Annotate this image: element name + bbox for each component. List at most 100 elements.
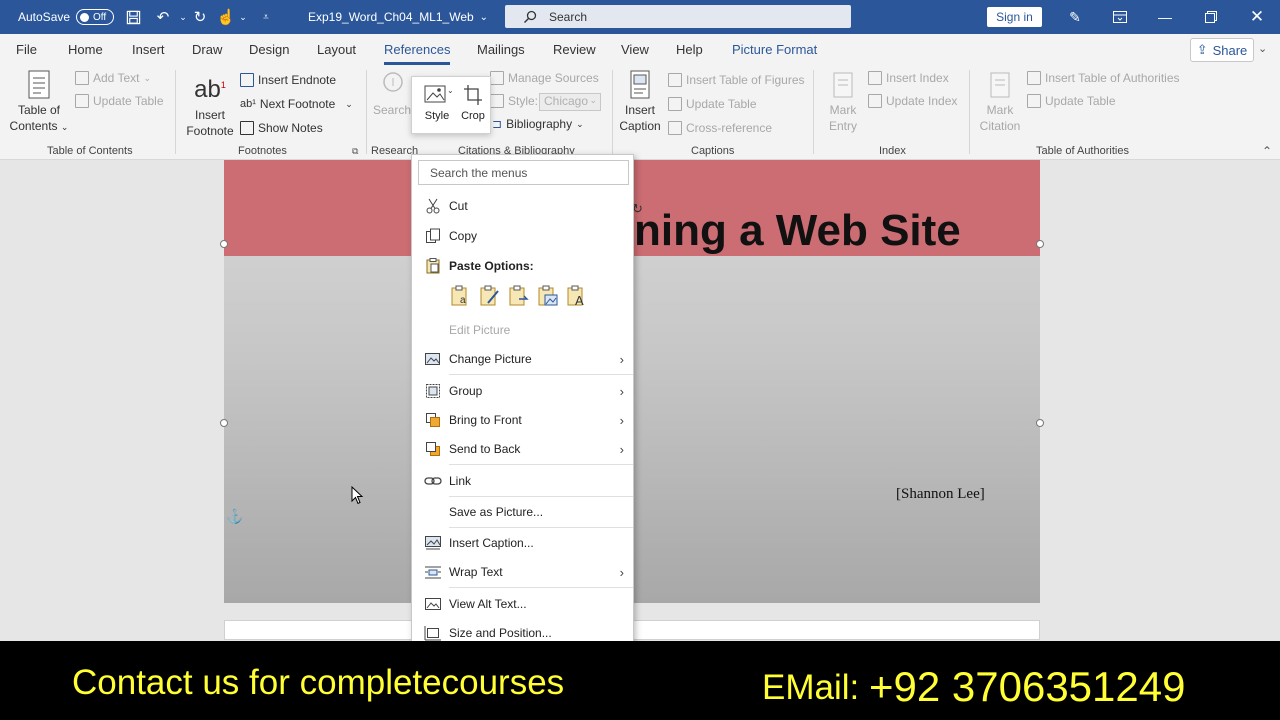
insert-caption-button[interactable]: Insert Caption [616,70,664,134]
menu-item-change-picture[interactable]: Change Picture › [412,346,633,372]
close-icon[interactable]: ✕ [1234,0,1280,34]
document-title[interactable]: Exp19_Word_Ch04_ML1_Web ⌄ [308,0,488,34]
document-heading[interactable]: ning a Web Site [634,206,961,256]
bibliography-button[interactable]: ⊐ Bibliography ⌄ [492,117,584,131]
search-research-button[interactable]: Search [372,70,412,118]
insert-caption-icon [424,535,442,551]
menu-item-view-alt-text[interactable]: View Alt Text... [412,591,633,617]
paste-as-picture-icon[interactable] [508,285,529,307]
redo-icon[interactable]: ↻ [189,0,211,34]
add-text-button[interactable]: Add Text ⌄ [75,71,151,85]
menu-item-link[interactable]: Link [412,468,633,494]
menu-item-insert-caption[interactable]: Insert Caption... [412,530,633,556]
collapse-ribbon-icon[interactable]: ⌃ [1262,144,1272,158]
tab-help[interactable]: Help [676,42,703,57]
table-of-figures-icon [668,73,682,87]
update-table-icon [668,97,682,111]
tab-draw[interactable]: Draw [192,42,222,57]
menu-item-send-to-back[interactable]: Send to Back › [412,436,633,462]
chevron-down-icon[interactable]: ⌄ [1258,42,1267,55]
mark-entry-line2: Entry [828,119,857,133]
sign-in-button[interactable]: Sign in [987,7,1042,27]
search-box[interactable]: Search [505,5,851,28]
insert-endnote-button[interactable]: Insert Endnote [240,73,336,87]
manage-sources-button[interactable]: Manage Sources [490,71,599,85]
insert-index-button[interactable]: Insert Index [868,71,949,85]
menu-item-label: View Alt Text... [449,597,527,611]
share-button[interactable]: ⇪ Share [1190,38,1254,62]
tab-references[interactable]: References [384,42,451,65]
author-name: Shannon Lee [901,486,980,502]
crop-button[interactable]: Crop [458,83,488,122]
pen-icon[interactable]: ✎ [1052,0,1098,34]
insert-table-of-authorities-button[interactable]: Insert Table of Authorities [1027,71,1180,85]
search-menus-placeholder: Search the menus [430,165,528,180]
paste-text-only-icon[interactable]: A [566,285,587,307]
chevron-right-icon: › [619,412,624,428]
crop-icon [464,85,482,105]
table-of-contents-button[interactable]: Table of Contents ⌄ [6,70,72,135]
undo-icon[interactable]: ↶ [152,0,174,34]
toggle-knob [80,12,89,22]
menu-item-copy[interactable]: Copy [412,223,633,249]
tab-insert[interactable]: Insert [132,42,165,57]
paste-keep-source-icon[interactable]: a [450,285,471,307]
menu-item-label: Size and Position... [449,626,552,640]
group-separator [969,70,970,154]
insert-footnote-button[interactable]: ab1 Insert Footnote [183,70,237,139]
show-notes-button[interactable]: Show Notes [240,121,323,135]
menu-item-save-as-picture[interactable]: Save as Picture... [412,499,633,525]
autosave-toggle[interactable]: Off [76,0,114,34]
resize-handle[interactable] [220,240,228,248]
tab-layout[interactable]: Layout [317,42,356,57]
search-menus-input[interactable]: Search the menus [418,160,629,185]
chevron-down-icon: ⌄ [345,98,353,109]
style-label: Style: [508,94,539,108]
tab-file[interactable]: File [16,42,37,57]
mark-citation-button[interactable]: Mark Citation [976,70,1024,134]
menu-item-wrap-text[interactable]: Wrap Text › [412,559,633,585]
update-table-button[interactable]: Update Table [75,94,164,108]
scissors-icon [424,198,442,214]
resize-handle[interactable] [1036,240,1044,248]
dialog-launcher-icon[interactable]: ⧉ [352,146,358,157]
insert-table-of-figures-button[interactable]: Insert Table of Figures [668,73,805,87]
menu-item-bring-to-front[interactable]: Bring to Front › [412,407,633,433]
update-table-authorities-button[interactable]: Update Table [1027,94,1116,108]
insert-footnote-line2: Footnote [186,124,234,138]
mark-entry-button[interactable]: Mark Entry [821,70,865,134]
author-field[interactable]: [Shannon Lee] [896,486,985,503]
menu-separator [449,527,633,528]
tab-review[interactable]: Review [553,42,596,57]
save-icon[interactable] [122,0,144,34]
menu-item-cut[interactable]: Cut [412,193,633,219]
style-combo[interactable]: Chicago ⌄ [539,93,601,111]
ribbon-display-options-icon[interactable] [1097,0,1143,34]
table-of-authorities-icon [1027,71,1041,85]
cross-reference-label: Cross-reference [686,121,773,135]
next-footnote-button[interactable]: ab¹ Next Footnote ⌄ [240,97,353,111]
resize-handle[interactable] [1036,419,1044,427]
touch-dropdown-icon[interactable]: ⌄ [232,0,254,34]
cross-reference-button[interactable]: Cross-reference [668,121,772,135]
promo-contact-text: Contact us for completecourses [72,663,565,702]
tab-mailings[interactable]: Mailings [477,42,525,57]
update-index-button[interactable]: Update Index [868,94,957,108]
tab-picture-format[interactable]: Picture Format [732,42,817,57]
paste-merge-icon[interactable] [479,285,500,307]
tab-home[interactable]: Home [68,42,103,57]
customize-qat-icon[interactable]: ⩡ [255,0,277,34]
send-to-back-icon [424,441,442,457]
update-table-captions-button[interactable]: Update Table [668,97,757,111]
mark-entry-line1: Mark [829,103,857,117]
menu-item-group[interactable]: Group › [412,378,633,404]
style-label-wrap: Style: [490,94,538,108]
restore-icon[interactable] [1188,0,1234,34]
style-button[interactable]: ⌄ Style [420,83,454,122]
minimize-icon[interactable]: — [1142,0,1188,34]
menu-separator [449,374,633,375]
paste-picture-icon[interactable] [537,285,558,307]
resize-handle[interactable] [220,419,228,427]
tab-design[interactable]: Design [249,42,289,57]
tab-view[interactable]: View [621,42,649,57]
